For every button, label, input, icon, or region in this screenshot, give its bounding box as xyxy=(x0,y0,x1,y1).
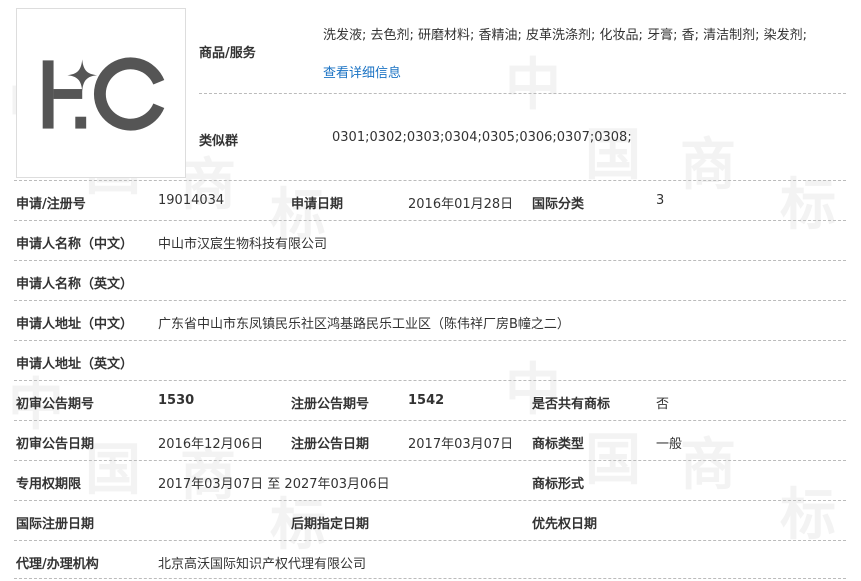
divider xyxy=(14,380,846,381)
trademark-image xyxy=(16,8,186,178)
exclusive-period-value: 2017年03月07日 至 2027年03月06日 xyxy=(158,477,390,492)
divider xyxy=(14,220,846,221)
shared-label: 是否共有商标 xyxy=(532,397,611,412)
reg-pub-date-label: 注册公告日期 xyxy=(291,437,370,452)
priority-date-label: 优先权日期 xyxy=(532,517,598,532)
divider xyxy=(14,180,846,181)
applicant-cn-value: 中山市汉宸生物科技有限公司 xyxy=(158,237,328,252)
similar-group-label: 类似群 xyxy=(199,134,239,149)
apply-date-label: 申请日期 xyxy=(291,197,344,212)
address-en-label: 申请人地址（英文） xyxy=(16,357,134,372)
address-cn-label: 申请人地址（中文） xyxy=(16,317,134,332)
reg-pub-no-value: 1542 xyxy=(408,393,445,408)
applicant-cn-label: 申请人名称（中文） xyxy=(16,237,134,252)
reg-pub-no-label: 注册公告期号 xyxy=(291,397,370,412)
tm-type-value: 一般 xyxy=(656,437,683,452)
intl-class-value: 3 xyxy=(656,193,665,208)
exclusive-period-label: 专用权期限 xyxy=(16,477,82,492)
tm-form-label: 商标形式 xyxy=(532,477,585,492)
divider xyxy=(14,460,846,461)
divider xyxy=(14,578,846,579)
tm-type-label: 商标类型 xyxy=(532,437,585,452)
similar-group-value: 0301;0302;0303;0304;0305;0306;0307;0308; xyxy=(332,130,632,145)
prelim-pub-date-label: 初审公告日期 xyxy=(16,437,95,452)
trademark-hc-logo-icon xyxy=(42,57,165,131)
reg-no-label: 申请/注册号 xyxy=(16,197,86,212)
prelim-pub-no-value: 1530 xyxy=(158,393,195,408)
divider xyxy=(14,300,846,301)
divider xyxy=(14,420,846,421)
reg-no-value: 19014034 xyxy=(158,193,225,208)
address-cn-value: 广东省中山市东凤镇民乐社区鸿基路民乐工业区（陈伟祥厂房B幢之二） xyxy=(158,317,570,332)
divider xyxy=(199,93,846,94)
intl-class-label: 国际分类 xyxy=(532,197,585,212)
prelim-pub-date-value: 2016年12月06日 xyxy=(158,437,264,452)
trademark-detail-panel: 商品/服务 洗发液; 去色剂; 研磨材料; 香精油; 皮革洗涤剂; 化妆品; 牙… xyxy=(0,0,861,581)
prelim-pub-no-label: 初审公告期号 xyxy=(16,397,95,412)
goods-label: 商品/服务 xyxy=(199,46,256,61)
agent-label: 代理/办理机构 xyxy=(16,557,99,572)
divider xyxy=(14,260,846,261)
goods-items: 洗发液; 去色剂; 研磨材料; 香精油; 皮革洗涤剂; 化妆品; 牙膏; 香; … xyxy=(323,28,807,43)
divider xyxy=(14,340,846,341)
view-details-link[interactable]: 查看详细信息 xyxy=(323,62,401,81)
later-designation-label: 后期指定日期 xyxy=(291,517,370,532)
applicant-en-label: 申请人名称（英文） xyxy=(16,277,134,292)
agent-value: 北京高沃国际知识产权代理有限公司 xyxy=(158,557,367,572)
intl-reg-date-label: 国际注册日期 xyxy=(16,517,95,532)
shared-value: 否 xyxy=(656,397,670,412)
divider xyxy=(14,540,846,541)
divider xyxy=(14,500,846,501)
apply-date-value: 2016年01月28日 xyxy=(408,197,514,212)
reg-pub-date-value: 2017年03月07日 xyxy=(408,437,514,452)
